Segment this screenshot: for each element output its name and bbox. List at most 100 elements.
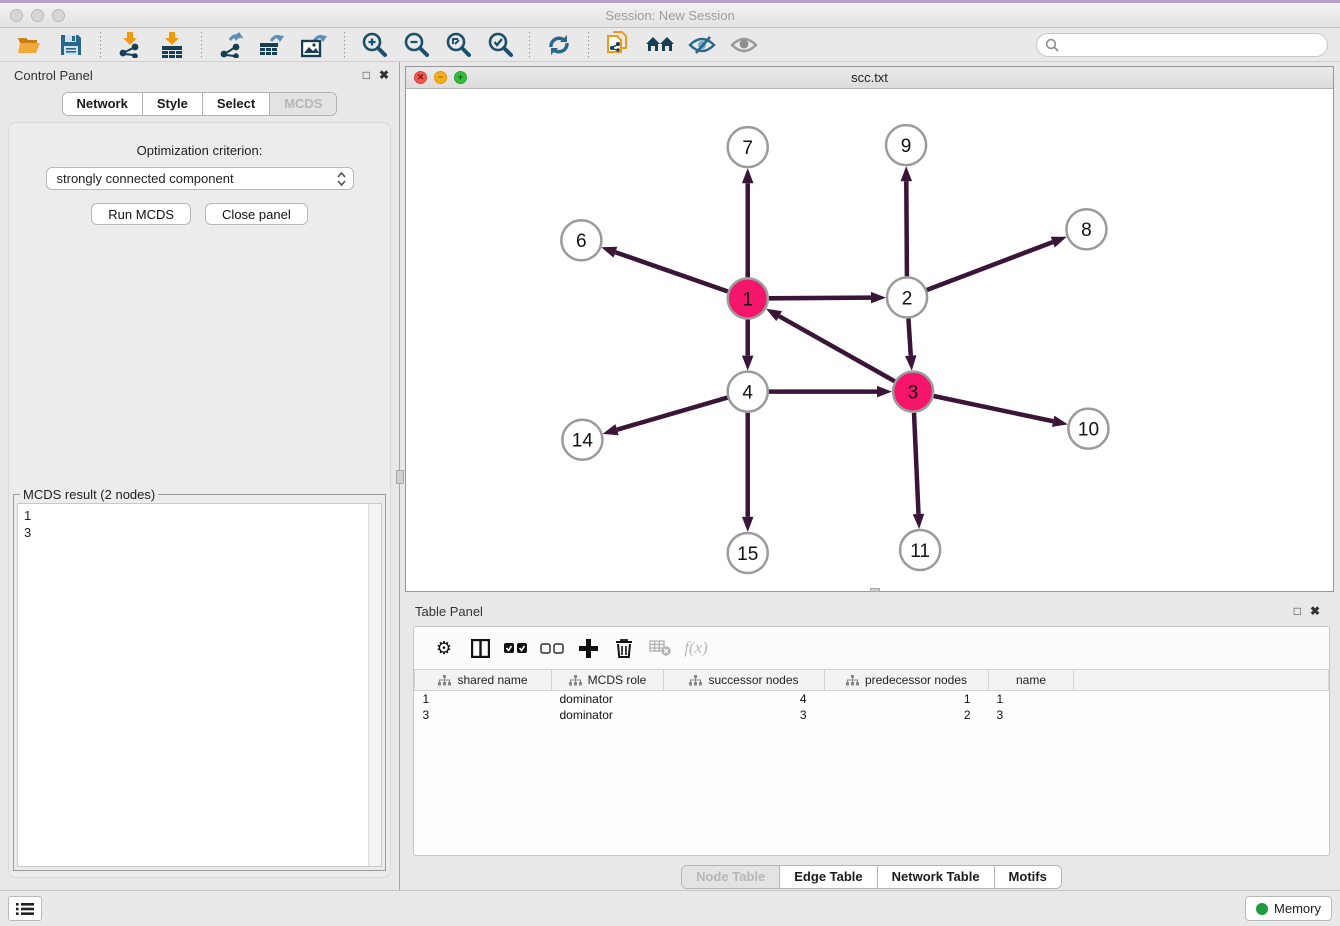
export-network-icon[interactable]: [216, 31, 246, 59]
graph-node-label: 6: [576, 231, 587, 252]
zoom-fit-icon[interactable]: [443, 31, 473, 59]
graph-node-label: 14: [572, 431, 594, 452]
table-settings-icon[interactable]: ⚙: [426, 633, 462, 663]
mcds-result-title: MCDS result (2 nodes): [20, 487, 158, 502]
tab-motifs[interactable]: Motifs: [994, 866, 1061, 888]
close-table-panel-icon[interactable]: ✖: [1310, 605, 1320, 617]
graph-node-label: 7: [742, 138, 753, 159]
delete-column-icon[interactable]: [606, 633, 642, 663]
result-line: 3: [24, 524, 375, 541]
show-panel-eye-icon[interactable]: [729, 31, 759, 59]
open-session-icon[interactable]: [14, 31, 44, 59]
toolbar-separator: [529, 32, 530, 58]
control-panel-title: Control Panel: [14, 68, 354, 83]
result-scrollbar[interactable]: [368, 504, 381, 866]
network-view-window: ✕ − + scc.txt 1234678910111415: [405, 66, 1334, 592]
import-network-icon[interactable]: [115, 31, 145, 59]
app-minimize-button[interactable]: [31, 9, 44, 22]
criterion-dropdown[interactable]: strongly connected component: [46, 167, 354, 190]
column-header-mcds-role[interactable]: MCDS role: [552, 670, 664, 691]
tab-select[interactable]: Select: [202, 93, 269, 115]
stepper-icon: [336, 171, 347, 187]
graph-edge[interactable]: [914, 413, 918, 514]
list-icon: [16, 902, 34, 916]
graph-edge[interactable]: [906, 181, 907, 276]
app-close-button[interactable]: [10, 9, 23, 22]
graph-edge[interactable]: [615, 252, 727, 291]
graph-edge-arrowhead: [877, 386, 892, 398]
graph-edge[interactable]: [934, 396, 1053, 421]
graph-edge-arrowhead: [1051, 237, 1067, 248]
node-table: shared name MCDS role successor nodes pr…: [414, 669, 1329, 723]
graph-node-label: 15: [737, 544, 758, 565]
mcds-result-box: MCDS result (2 nodes) 1 3: [13, 494, 386, 871]
tab-style[interactable]: Style: [142, 93, 202, 115]
column-header-shared-name[interactable]: shared name: [415, 670, 552, 691]
column-header-successor-nodes[interactable]: successor nodes: [664, 670, 825, 691]
tab-network-table[interactable]: Network Table: [877, 866, 994, 888]
search-field[interactable]: [1036, 33, 1328, 57]
graph-node-label: 3: [908, 383, 919, 404]
graph-node-label: 2: [902, 288, 913, 309]
network-canvas[interactable]: 1234678910111415: [406, 89, 1333, 591]
close-panel-icon[interactable]: ✖: [379, 69, 389, 81]
run-mcds-button[interactable]: Run MCDS: [91, 203, 191, 225]
network-window-titlebar[interactable]: ✕ − + scc.txt: [406, 67, 1333, 89]
graph-edge-arrowhead: [901, 166, 913, 181]
table-row[interactable]: 3dominator 32 3: [415, 707, 1329, 723]
graph-edge[interactable]: [927, 242, 1053, 290]
show-column-icon[interactable]: [462, 633, 498, 663]
import-table-icon[interactable]: [157, 31, 187, 59]
column-header-name[interactable]: name: [989, 670, 1074, 691]
network-minimize-button[interactable]: −: [434, 71, 447, 84]
app-title: Session: New Session: [605, 8, 734, 23]
memory-status-icon: [1256, 903, 1268, 915]
graph-edge[interactable]: [617, 398, 728, 430]
graph-node-label: 1: [742, 289, 753, 310]
float-panel-icon[interactable]: □: [363, 69, 370, 81]
network-close-button[interactable]: ✕: [414, 71, 427, 84]
criterion-value: strongly connected component: [57, 171, 336, 186]
mcds-panel: Optimization criterion: strongly connect…: [8, 122, 391, 878]
memory-button[interactable]: Memory: [1245, 896, 1332, 921]
select-all-icon[interactable]: [498, 633, 534, 663]
network-graph[interactable]: 1234678910111415: [406, 89, 1333, 593]
tab-node-table[interactable]: Node Table: [682, 866, 779, 888]
nested-networks-icon[interactable]: [645, 31, 675, 59]
table-header-row: shared name MCDS role successor nodes pr…: [415, 670, 1329, 691]
zoom-in-icon[interactable]: [359, 31, 389, 59]
float-table-panel-icon[interactable]: □: [1294, 605, 1301, 617]
export-table-icon[interactable]: [258, 31, 288, 59]
add-column-icon[interactable]: [570, 633, 606, 663]
column-header-predecessor-nodes[interactable]: predecessor nodes: [825, 670, 989, 691]
zoom-selected-icon[interactable]: [485, 31, 515, 59]
unselect-all-icon[interactable]: [534, 633, 570, 663]
graph-edge-arrowhead: [603, 424, 619, 435]
table-tabs: Node Table Edge Table Network Table Moti…: [681, 865, 1062, 889]
graph-edge[interactable]: [779, 316, 895, 381]
hide-panel-eye-icon[interactable]: [687, 31, 717, 59]
duplicate-network-icon[interactable]: [603, 31, 633, 59]
search-input[interactable]: [1064, 38, 1319, 52]
zoom-out-icon[interactable]: [401, 31, 431, 59]
attribute-icon: [846, 675, 859, 686]
refresh-layout-icon[interactable]: [544, 31, 574, 59]
tab-mcds[interactable]: MCDS: [269, 93, 336, 115]
table-row[interactable]: 1dominator 41 1: [415, 691, 1329, 707]
network-maximize-button[interactable]: +: [454, 71, 467, 84]
panel-splitter-handle[interactable]: [396, 470, 404, 484]
graph-node-label: 10: [1078, 420, 1099, 441]
export-image-icon[interactable]: [300, 31, 330, 59]
app-titlebar: Session: New Session: [0, 3, 1340, 28]
save-session-icon[interactable]: [56, 31, 86, 59]
close-panel-button[interactable]: Close panel: [205, 203, 308, 225]
graph-edge[interactable]: [769, 298, 871, 299]
app-zoom-button[interactable]: [52, 9, 65, 22]
mcds-result-area[interactable]: 1 3: [17, 503, 382, 867]
tab-edge-table[interactable]: Edge Table: [779, 866, 876, 888]
show-hide-panels-button[interactable]: [8, 896, 42, 921]
graph-edge-arrowhead: [742, 168, 754, 183]
graph-edge[interactable]: [908, 318, 910, 355]
tab-network[interactable]: Network: [63, 93, 142, 115]
attribute-icon: [689, 675, 702, 686]
